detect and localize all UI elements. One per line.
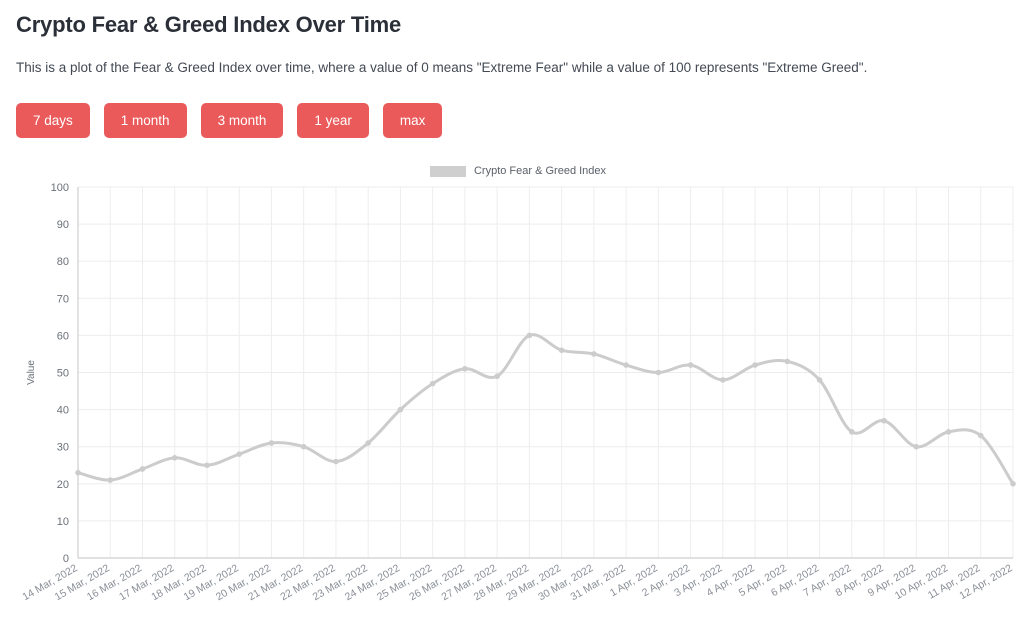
- x-axis-tick-labels: 14 Mar, 202215 Mar, 202216 Mar, 202217 M…: [20, 562, 1014, 603]
- y-tick-label: 40: [57, 405, 69, 417]
- data-point[interactable]: [365, 440, 371, 446]
- crypto-fear-greed-page: Crypto Fear & Greed Index Over Time This…: [0, 0, 1036, 624]
- y-tick-label: 30: [57, 442, 69, 454]
- y-tick-label: 0: [63, 553, 69, 565]
- data-point[interactable]: [720, 377, 726, 383]
- y-axis-title: Value: [26, 360, 37, 385]
- data-point[interactable]: [494, 373, 500, 380]
- data-point[interactable]: [623, 362, 629, 368]
- data-point[interactable]: [300, 443, 307, 450]
- range-button-7-days[interactable]: 7 days: [16, 103, 90, 138]
- data-point[interactable]: [429, 380, 436, 387]
- chart-container: Crypto Fear & Greed Index 0 10 20 30 40 50 60 7…: [0, 160, 1036, 624]
- data-point[interactable]: [204, 462, 210, 469]
- data-point[interactable]: [171, 455, 178, 461]
- y-tick-label: 100: [51, 182, 69, 194]
- range-button-3-month[interactable]: 3 month: [200, 103, 284, 138]
- data-point[interactable]: [591, 351, 597, 357]
- data-point[interactable]: [333, 458, 339, 465]
- range-button-max[interactable]: max: [382, 103, 443, 138]
- y-tick-label: 90: [57, 219, 69, 231]
- data-point[interactable]: [655, 369, 662, 376]
- range-button-1-year[interactable]: 1 year: [297, 103, 369, 138]
- page-title: Crypto Fear & Greed Index Over Time: [16, 12, 402, 37]
- data-point[interactable]: [236, 451, 243, 457]
- data-point[interactable]: [75, 469, 81, 476]
- data-point[interactable]: [816, 377, 823, 383]
- data-point[interactable]: [397, 406, 404, 413]
- data-point[interactable]: [462, 365, 468, 372]
- y-tick-label: 80: [57, 256, 69, 268]
- data-point[interactable]: [526, 332, 533, 339]
- data-point[interactable]: [977, 432, 984, 439]
- y-tick-label: 70: [57, 293, 69, 305]
- y-tick-label: 50: [57, 368, 69, 380]
- line-chart: 0 10 20 30 40 50 60 70 80 90 100 Value 14 Mar, 20221…: [20, 182, 1016, 603]
- data-point[interactable]: [784, 358, 791, 365]
- y-axis-tick-labels: 0 10 20 30 40 50 60 70 80 90 100: [51, 182, 69, 565]
- y-tick-label: 10: [57, 516, 69, 528]
- data-point[interactable]: [881, 417, 887, 424]
- data-point[interactable]: [913, 443, 920, 450]
- data-point[interactable]: [945, 429, 952, 435]
- data-point[interactable]: [139, 466, 146, 472]
- y-tick-label: 60: [57, 330, 69, 342]
- data-point[interactable]: [848, 429, 855, 435]
- data-point[interactable]: [687, 362, 694, 368]
- data-point[interactable]: [107, 477, 114, 483]
- y-tick-label: 20: [57, 479, 69, 491]
- range-button-1-month[interactable]: 1 month: [103, 103, 187, 138]
- data-point[interactable]: [558, 347, 565, 354]
- data-point[interactable]: [1010, 481, 1016, 487]
- range-button-group: 7 days 1 month 3 month 1 year max: [16, 103, 443, 138]
- grid-lines: [77, 186, 1014, 559]
- data-point[interactable]: [752, 362, 758, 368]
- data-point[interactable]: [268, 440, 275, 446]
- page-description: This is a plot of the Fear & Greed Index…: [16, 60, 868, 75]
